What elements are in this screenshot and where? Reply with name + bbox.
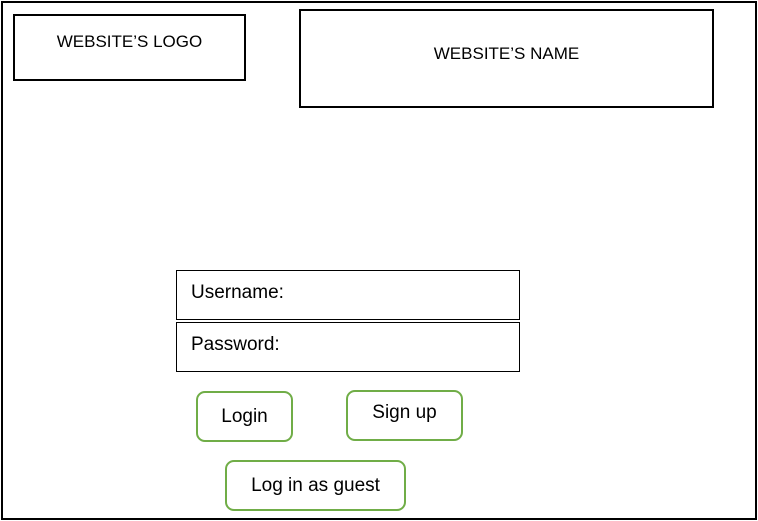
sign-up-button-label: Sign up	[372, 401, 437, 423]
password-field[interactable]: Password:	[176, 322, 520, 372]
guest-login-button-label: Log in as guest	[251, 474, 380, 496]
password-label: Password:	[191, 334, 280, 355]
website-name: WEBSITE’S NAME	[299, 9, 714, 108]
sign-up-button[interactable]: Sign up	[346, 390, 463, 441]
website-logo: WEBSITE’S LOGO	[13, 14, 246, 81]
login-button[interactable]: Login	[196, 391, 293, 442]
guest-login-button[interactable]: Log in as guest	[225, 460, 406, 511]
login-button-label: Login	[221, 405, 268, 427]
username-label: Username:	[191, 282, 284, 303]
username-field[interactable]: Username:	[176, 270, 520, 320]
site-name-text: WEBSITE’S NAME	[433, 44, 580, 63]
logo-text: WEBSITE’S LOGO	[56, 32, 203, 51]
